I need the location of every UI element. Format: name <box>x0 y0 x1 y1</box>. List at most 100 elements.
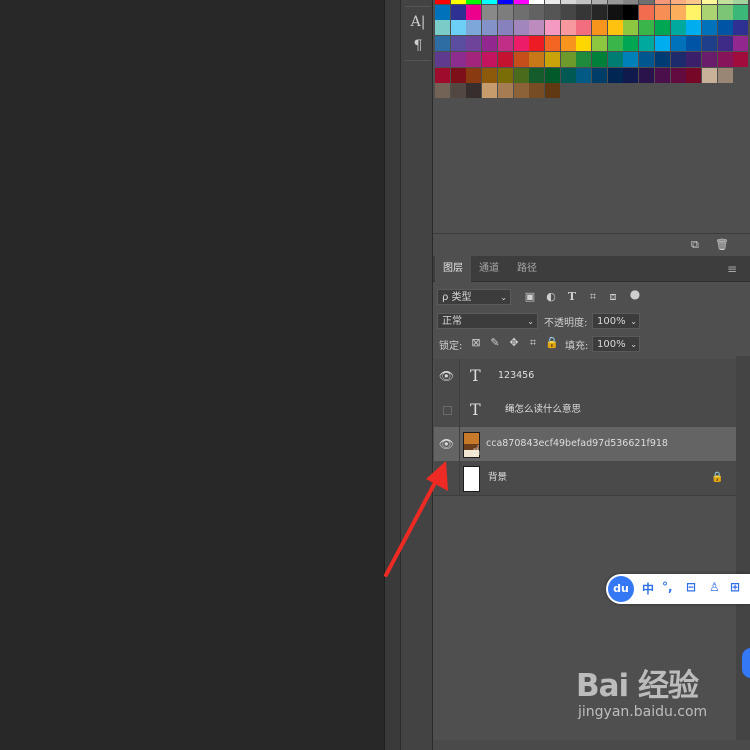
color-swatch[interactable] <box>733 51 749 67</box>
color-swatch[interactable] <box>482 36 498 52</box>
user-icon[interactable]: ♙ <box>709 580 720 594</box>
color-swatch[interactable] <box>670 51 686 67</box>
color-swatch[interactable] <box>435 83 450 99</box>
color-swatch[interactable] <box>623 0 639 4</box>
color-swatch[interactable] <box>717 0 733 4</box>
color-swatch[interactable] <box>654 20 670 36</box>
tab-paths[interactable]: 路径 <box>509 256 545 282</box>
color-swatch[interactable] <box>623 20 639 36</box>
color-swatch[interactable] <box>560 4 576 20</box>
color-swatch[interactable] <box>497 83 513 99</box>
color-swatch[interactable] <box>466 83 482 99</box>
color-swatch[interactable] <box>733 4 749 20</box>
color-swatch[interactable] <box>701 51 717 67</box>
color-swatch[interactable] <box>560 67 576 83</box>
lock-all-icon[interactable]: 🔒 <box>545 336 559 349</box>
layer-row-selected[interactable]: 👁 cca870843ecf49befad97d536621f918 ☝ <box>434 427 736 462</box>
color-swatch[interactable] <box>686 0 702 4</box>
color-swatch[interactable] <box>654 0 670 4</box>
color-swatch[interactable] <box>497 51 513 67</box>
color-swatch[interactable] <box>544 20 560 36</box>
color-swatch[interactable] <box>670 67 686 83</box>
color-swatch[interactable] <box>482 83 498 99</box>
character-panel-button[interactable]: A| <box>407 12 429 32</box>
color-swatch[interactable] <box>544 51 560 67</box>
color-swatch[interactable] <box>639 36 655 52</box>
color-swatch[interactable] <box>513 20 529 36</box>
color-swatch[interactable] <box>701 0 717 4</box>
color-swatch[interactable] <box>466 67 482 83</box>
color-swatch[interactable] <box>513 4 529 20</box>
color-swatch[interactable] <box>544 4 560 20</box>
color-swatch[interactable] <box>592 20 607 36</box>
color-swatch[interactable] <box>639 4 655 20</box>
color-swatch[interactable] <box>670 20 686 36</box>
color-swatch[interactable] <box>654 67 670 83</box>
color-swatch[interactable] <box>592 4 607 20</box>
color-swatch[interactable] <box>544 67 560 83</box>
smart-object-filter-icon[interactable]: ⧈ <box>606 290 620 304</box>
toolbox-icon[interactable]: ⊟ <box>686 580 696 594</box>
color-swatch[interactable] <box>639 51 655 67</box>
color-swatch[interactable] <box>497 36 513 52</box>
color-swatch[interactable] <box>513 67 529 83</box>
color-swatch[interactable] <box>435 0 450 4</box>
color-swatch[interactable] <box>544 0 560 4</box>
fill-input[interactable]: 100% ⌄ <box>592 336 640 352</box>
color-swatch[interactable] <box>717 36 733 52</box>
color-swatch[interactable] <box>497 20 513 36</box>
color-swatch[interactable] <box>717 20 733 36</box>
color-swatch[interactable] <box>560 36 576 52</box>
color-swatch[interactable] <box>576 0 592 4</box>
color-swatch[interactable] <box>497 0 513 4</box>
color-swatch[interactable] <box>607 36 623 52</box>
grid-icon[interactable]: ⊞ <box>730 580 740 594</box>
color-swatch[interactable] <box>686 36 702 52</box>
paragraph-panel-button[interactable]: ¶ <box>407 36 429 56</box>
lock-position-icon[interactable]: ✥ <box>507 336 521 349</box>
color-swatch[interactable] <box>560 51 576 67</box>
color-swatch[interactable] <box>701 67 717 83</box>
color-swatch[interactable] <box>623 51 639 67</box>
du-logo[interactable]: du <box>608 576 634 602</box>
new-swatch-icon[interactable]: ⧉ <box>691 238 699 252</box>
color-swatch[interactable] <box>654 36 670 52</box>
color-swatch[interactable] <box>466 51 482 67</box>
color-swatch[interactable] <box>497 67 513 83</box>
color-swatch[interactable] <box>701 4 717 20</box>
color-swatch[interactable] <box>607 0 623 4</box>
panel-menu-icon[interactable]: ≡ <box>727 256 737 282</box>
adjustment-filter-icon[interactable]: ◐ <box>544 290 558 303</box>
color-swatch[interactable] <box>513 0 529 4</box>
color-swatch[interactable] <box>686 4 702 20</box>
color-swatch[interactable] <box>607 20 623 36</box>
color-swatch[interactable] <box>435 36 450 52</box>
layer-row[interactable]: T 绳怎么读什么意思 <box>434 393 736 428</box>
color-swatch[interactable] <box>623 36 639 52</box>
color-swatch[interactable] <box>670 4 686 20</box>
color-swatch[interactable] <box>513 83 529 99</box>
language-toggle[interactable]: 中 <box>642 580 654 597</box>
color-swatch[interactable] <box>607 4 623 20</box>
color-swatch[interactable] <box>701 20 717 36</box>
color-swatch[interactable] <box>654 4 670 20</box>
color-swatch[interactable] <box>733 20 749 36</box>
color-swatch[interactable] <box>435 51 450 67</box>
color-swatch[interactable] <box>529 83 545 99</box>
color-swatch[interactable] <box>592 51 607 67</box>
color-swatch[interactable] <box>733 36 749 52</box>
color-swatch[interactable] <box>623 67 639 83</box>
color-swatch[interactable] <box>450 83 466 99</box>
color-swatch[interactable] <box>513 36 529 52</box>
color-swatch[interactable] <box>482 0 498 4</box>
color-swatch[interactable] <box>466 36 482 52</box>
color-swatch[interactable] <box>497 4 513 20</box>
color-swatch[interactable] <box>576 36 592 52</box>
color-swatch[interactable] <box>482 67 498 83</box>
lock-image-pixels-icon[interactable]: ✎ <box>488 336 502 349</box>
color-swatch[interactable] <box>529 0 545 4</box>
color-swatch[interactable] <box>450 20 466 36</box>
color-swatch[interactable] <box>686 20 702 36</box>
color-swatch[interactable] <box>450 0 466 4</box>
color-swatch[interactable] <box>544 36 560 52</box>
